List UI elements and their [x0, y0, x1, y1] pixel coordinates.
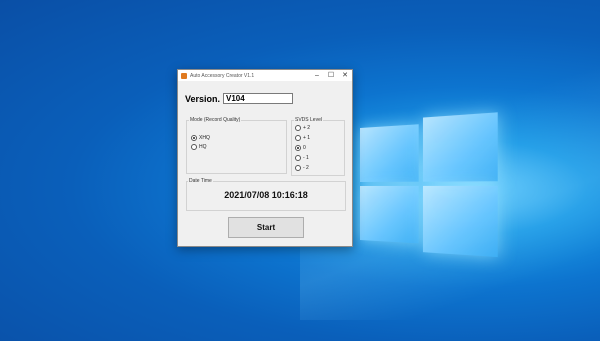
svds-option-minus-2[interactable]: - 2: [295, 165, 309, 171]
windows-logo-pane: [360, 186, 419, 243]
window-title: Auto Accessory Creator V1.1: [190, 73, 254, 79]
radio-checked[interactable]: [191, 135, 197, 141]
mode-group-label: Mode (Record Quality): [189, 117, 241, 123]
radio-label: XHQ: [199, 135, 210, 141]
radio-label: + 1: [303, 135, 310, 141]
mode-group: Mode (Record Quality) XHQ HQ: [186, 120, 287, 174]
svds-option-plus-2[interactable]: + 2: [295, 125, 310, 131]
windows-logo-pane: [423, 186, 498, 257]
radio-unchecked[interactable]: [295, 125, 301, 131]
date-group-label: Date Time: [188, 178, 213, 184]
radio-label: - 2: [303, 165, 309, 171]
radio-label: + 2: [303, 125, 310, 131]
radio-checked[interactable]: [295, 145, 301, 151]
radio-unchecked[interactable]: [295, 155, 301, 161]
svds-group: SVDS Level + 2 + 1 0 - 1 - 2: [291, 120, 345, 176]
radio-unchecked[interactable]: [295, 165, 301, 171]
mode-option-hq[interactable]: HQ: [191, 144, 207, 150]
date-time-value: 2021/07/08 10:16:18: [187, 190, 345, 200]
svds-group-label: SVDS Level: [294, 117, 323, 123]
app-window: Auto Accessory Creator V1.1 – ☐ ✕ Versio…: [177, 69, 353, 247]
mode-option-xhq[interactable]: XHQ: [191, 135, 210, 141]
close-button[interactable]: ✕: [338, 70, 352, 81]
svds-option-plus-1[interactable]: + 1: [295, 135, 310, 141]
windows-logo-pane: [423, 112, 498, 181]
radio-label: HQ: [199, 144, 207, 150]
title-bar[interactable]: Auto Accessory Creator V1.1 – ☐ ✕: [178, 70, 352, 81]
app-icon: [181, 73, 187, 79]
version-input[interactable]: V104: [223, 93, 293, 104]
radio-unchecked[interactable]: [191, 144, 197, 150]
radio-label: 0: [303, 145, 306, 151]
start-button[interactable]: Start: [228, 217, 304, 238]
minimize-button[interactable]: –: [310, 70, 324, 81]
maximize-button[interactable]: ☐: [324, 70, 338, 81]
windows-logo: [360, 112, 500, 262]
radio-label: - 1: [303, 155, 309, 161]
windows-logo-pane: [360, 124, 419, 182]
svds-option-0[interactable]: 0: [295, 145, 306, 151]
svds-option-minus-1[interactable]: - 1: [295, 155, 309, 161]
date-group: Date Time 2021/07/08 10:16:18: [186, 181, 346, 211]
radio-unchecked[interactable]: [295, 135, 301, 141]
version-label: Version.: [185, 94, 220, 104]
